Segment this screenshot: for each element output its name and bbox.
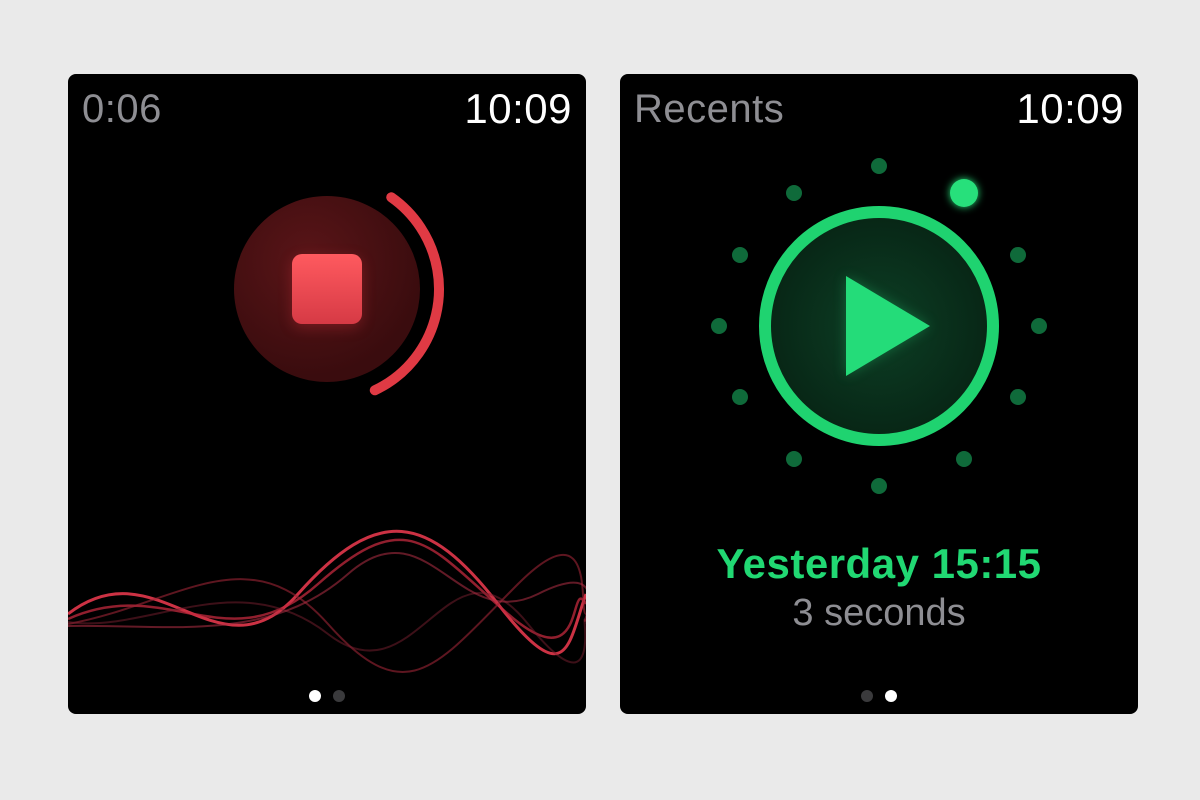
status-bar: Recents 10:09	[620, 82, 1138, 136]
recording-watch-face: 0:06 10:09	[68, 74, 586, 714]
progress-tick-active	[950, 179, 978, 207]
clock-time: 10:09	[1016, 85, 1124, 133]
page-indicator	[620, 690, 1138, 702]
page-dot[interactable]	[309, 690, 321, 702]
play-button[interactable]	[759, 206, 999, 446]
recording-duration: 3 seconds	[620, 592, 1138, 635]
page-dot[interactable]	[861, 690, 873, 702]
waveform-visualizer	[68, 474, 586, 674]
play-icon	[846, 276, 930, 376]
page-dot[interactable]	[333, 690, 345, 702]
page-dot[interactable]	[885, 690, 897, 702]
two-watch-screenshots: 0:06 10:09 Recents 10:09	[0, 0, 1200, 800]
status-bar: 0:06 10:09	[68, 82, 586, 136]
recents-watch-face: Recents 10:09	[620, 74, 1138, 714]
elapsed-time: 0:06	[82, 87, 162, 132]
stop-recording-button[interactable]	[234, 196, 420, 382]
recording-metadata: Yesterday 15:15 3 seconds	[620, 540, 1138, 635]
page-indicator	[68, 690, 586, 702]
clock-time: 10:09	[464, 85, 572, 133]
screen-title: Recents	[634, 87, 784, 132]
play-dial	[709, 156, 1049, 496]
record-button-group	[200, 162, 454, 416]
recording-title: Yesterday 15:15	[620, 540, 1138, 588]
stop-icon	[292, 254, 362, 324]
